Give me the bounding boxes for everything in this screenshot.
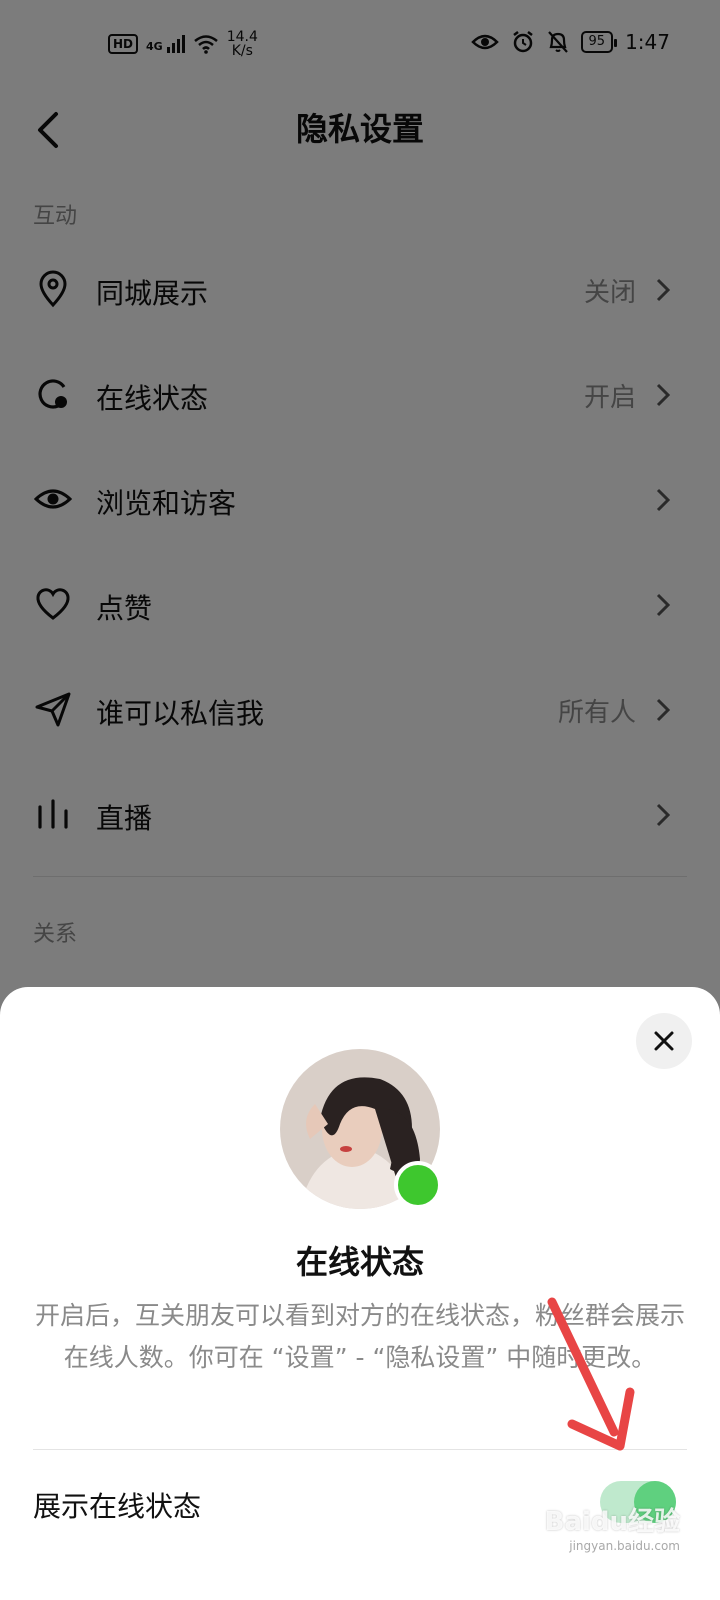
close-button[interactable] <box>636 1013 692 1069</box>
red-arrow-annotation <box>547 1297 635 1451</box>
watermark-url: jingyan.baidu.com <box>569 1539 680 1553</box>
sheet-title: 在线状态 <box>295 1243 424 1281</box>
avatar <box>280 1049 442 1209</box>
online-status-sheet: 在线状态 开启后，互关朋友可以看到对方的在线状态，粉丝群会展示在线人数。你可在 … <box>0 987 720 1600</box>
watermark-logo: Baidu经验 <box>544 1507 680 1537</box>
online-indicator-dot <box>394 1161 442 1209</box>
close-icon <box>654 1031 674 1051</box>
toggle-label: 展示在线状态 <box>33 1490 202 1523</box>
